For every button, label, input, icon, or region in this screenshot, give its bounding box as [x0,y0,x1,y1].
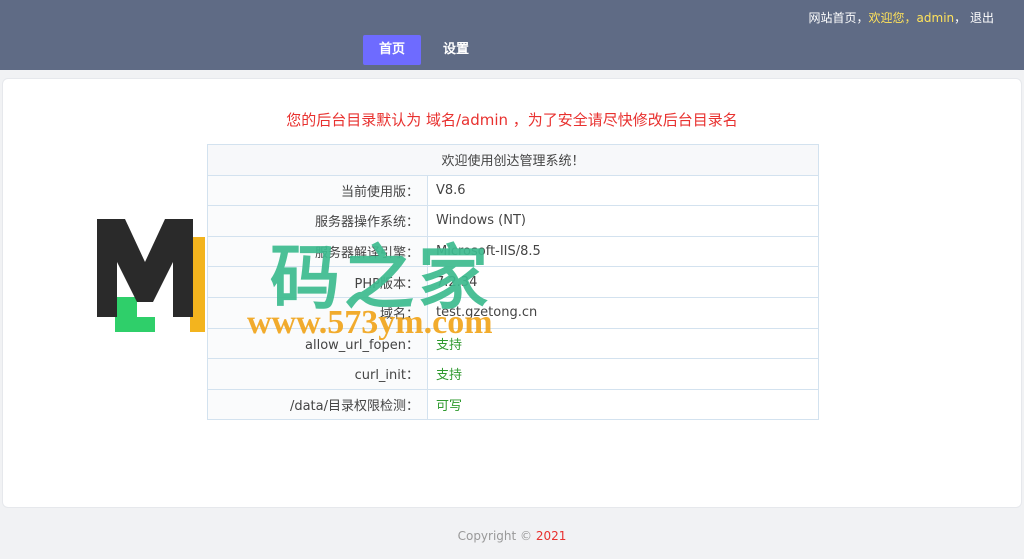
row-key: 当前使用版： [207,174,428,207]
row-value: V8.6 [427,174,819,207]
admin-dir-notice: 您的后台目录默认为 域名/admin ，为了安全请尽快修改后台目录名 [286,111,738,129]
tab-settings[interactable]: 设置 [427,35,485,65]
row-key: /data/目录权限检测： [207,388,428,421]
site-home-link[interactable]: 网站首页 [809,11,857,25]
footer: Copyright © 2021 [0,529,1024,543]
top-links: 网站首页，欢迎您，admin， 退出 [809,9,995,26]
table-header-row: 欢迎使用创达管理系统！ [207,144,819,176]
table-title: 欢迎使用创达管理系统！ [207,144,819,176]
copyright-year: 2021 [535,529,567,543]
table-row: 当前使用版： V8.6 [207,174,819,207]
main-nav: 首页 设置 [363,35,485,65]
logout-link[interactable]: 退出 [970,11,994,25]
watermark-logo-icon [97,219,205,332]
tab-home[interactable]: 首页 [363,35,422,65]
separator: ， [954,11,967,25]
welcome-text: 欢迎您，admin [868,11,955,25]
row-value-status: 可写 [427,388,819,421]
row-key: curl_init： [207,358,428,390]
separator: ， [856,11,869,25]
row-value-status: 支持 [427,358,819,390]
watermark-url-text: www.573ym.com [247,304,493,341]
top-bar: 网站首页，欢迎您，admin， 退出 首页 设置 [0,0,1024,70]
table-row: curl_init： 支持 [207,358,819,390]
table-row: /data/目录权限检测： 可写 [207,388,819,421]
copyright-text: Copyright © [457,529,536,543]
